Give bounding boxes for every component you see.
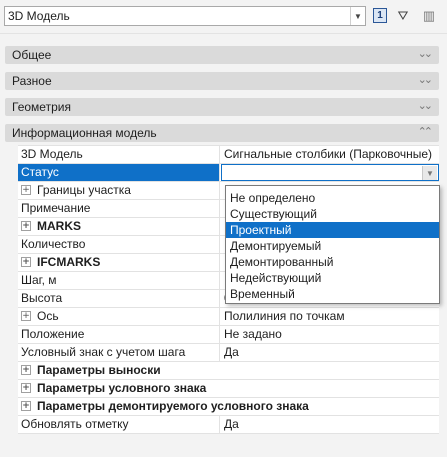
row-status[interactable]: Статус ▼ — [18, 164, 439, 182]
row-callout-params[interactable]: + Параметры выноски — [18, 362, 439, 380]
property-value[interactable]: Да — [221, 344, 439, 361]
property-value[interactable]: Полилиния по точкам — [221, 308, 439, 325]
section-general[interactable]: Общее ⌄⌄ — [5, 46, 439, 64]
property-name: 3D Модель — [18, 146, 220, 163]
double-chevron-up-icon[interactable]: ⌃⌃ — [418, 125, 434, 138]
property-value[interactable]: Да — [221, 416, 439, 433]
property-name: Шаг, м — [18, 272, 220, 289]
expand-icon[interactable]: + — [21, 310, 31, 321]
expand-icon[interactable]: + — [21, 256, 31, 267]
property-name-text: Границы участка — [37, 183, 131, 197]
dropdown-option-highlighted[interactable]: Проектный — [226, 222, 439, 238]
select-objects-icon[interactable]: ⛛ — [394, 7, 412, 25]
property-name-text: Параметры демонтируемого условного знака — [37, 399, 309, 413]
property-name: + Границы участка — [18, 182, 220, 199]
property-name-text: Ось — [37, 309, 59, 323]
object-selector-value: 3D Модель — [8, 9, 70, 23]
property-value[interactable]: Сигнальные столбики (Парковочные) — [221, 146, 439, 163]
section-label: Общее — [12, 48, 52, 62]
property-name: + MARKS — [18, 218, 220, 235]
section-misc[interactable]: Разное ⌄⌄ — [5, 72, 439, 90]
status-dropdown-list[interactable]: Не определено Существующий Проектный Дем… — [225, 185, 440, 304]
section-label: Разное — [12, 74, 52, 88]
property-value[interactable]: Не задано — [221, 326, 439, 343]
expand-icon[interactable]: + — [21, 220, 31, 231]
chevron-down-icon[interactable]: ▼ — [422, 166, 437, 180]
property-name: Высота — [18, 290, 220, 307]
expand-icon[interactable]: + — [21, 184, 31, 195]
property-name: + Параметры условного знака — [18, 380, 439, 397]
expand-icon[interactable]: + — [21, 364, 31, 375]
row-sign-params[interactable]: + Параметры условного знака — [18, 380, 439, 398]
section-geometry[interactable]: Геометрия ⌄⌄ — [5, 98, 439, 116]
row-position[interactable]: Положение Не задано — [18, 326, 439, 344]
chevron-down-icon[interactable]: ▼ — [350, 7, 365, 25]
property-name: Количество — [18, 236, 220, 253]
property-name: + IFCMARKS — [18, 254, 220, 271]
object-selector-combo[interactable]: 3D Модель ▼ — [4, 6, 366, 26]
double-chevron-down-icon[interactable]: ⌄⌄ — [418, 47, 434, 60]
row-update-mark[interactable]: Обновлять отметку Да — [18, 416, 439, 434]
property-name: + Параметры выноски — [18, 362, 439, 379]
row-demolished-sign-params[interactable]: + Параметры демонтируемого условного знак… — [18, 398, 439, 416]
numbered-filter-icon[interactable]: 1 — [373, 8, 387, 23]
double-chevron-down-icon[interactable]: ⌄⌄ — [418, 73, 434, 86]
row-conditional-sign[interactable]: Условный знак с учетом шага Да — [18, 344, 439, 362]
property-name: + Параметры демонтируемого условного знак… — [18, 398, 439, 415]
property-name: Положение — [18, 326, 220, 343]
expand-icon[interactable]: + — [21, 400, 31, 411]
row-axis[interactable]: + Ось Полилиния по точкам — [18, 308, 439, 326]
property-name: Обновлять отметку — [18, 416, 220, 433]
quick-select-icon[interactable]: ▥ — [420, 7, 438, 25]
section-label: Геометрия — [12, 100, 71, 114]
filter-count: 1 — [377, 10, 383, 21]
dropdown-option[interactable]: Существующий — [226, 206, 439, 222]
property-name: Примечание — [18, 200, 220, 217]
property-name-text: Параметры условного знака — [37, 381, 207, 395]
property-name-text: Параметры выноски — [37, 363, 161, 377]
property-name-text: IFCMARKS — [37, 255, 101, 269]
expand-icon[interactable]: + — [21, 382, 31, 393]
dropdown-option[interactable]: Временный — [226, 286, 439, 302]
dropdown-option[interactable]: Демонтируемый — [226, 238, 439, 254]
section-info-model[interactable]: Информационная модель ⌃⌃ — [5, 124, 439, 142]
dropdown-option[interactable]: Не определено — [226, 190, 439, 206]
property-name-text: MARKS — [37, 219, 81, 233]
dropdown-option[interactable]: Недействующий — [226, 270, 439, 286]
status-value[interactable]: ▼ — [221, 164, 439, 181]
property-name: Статус — [18, 164, 220, 181]
double-chevron-down-icon[interactable]: ⌄⌄ — [418, 99, 434, 112]
property-name: Условный знак с учетом шага — [18, 344, 220, 361]
toolbar: 3D Модель ▼ 1 ⛛ ▥ — [0, 0, 447, 34]
section-label: Информационная модель — [12, 126, 157, 140]
row-3d-model[interactable]: 3D Модель Сигнальные столбики (Парковочн… — [18, 146, 439, 164]
property-name: + Ось — [18, 308, 220, 325]
dropdown-option[interactable]: Демонтированный — [226, 254, 439, 270]
